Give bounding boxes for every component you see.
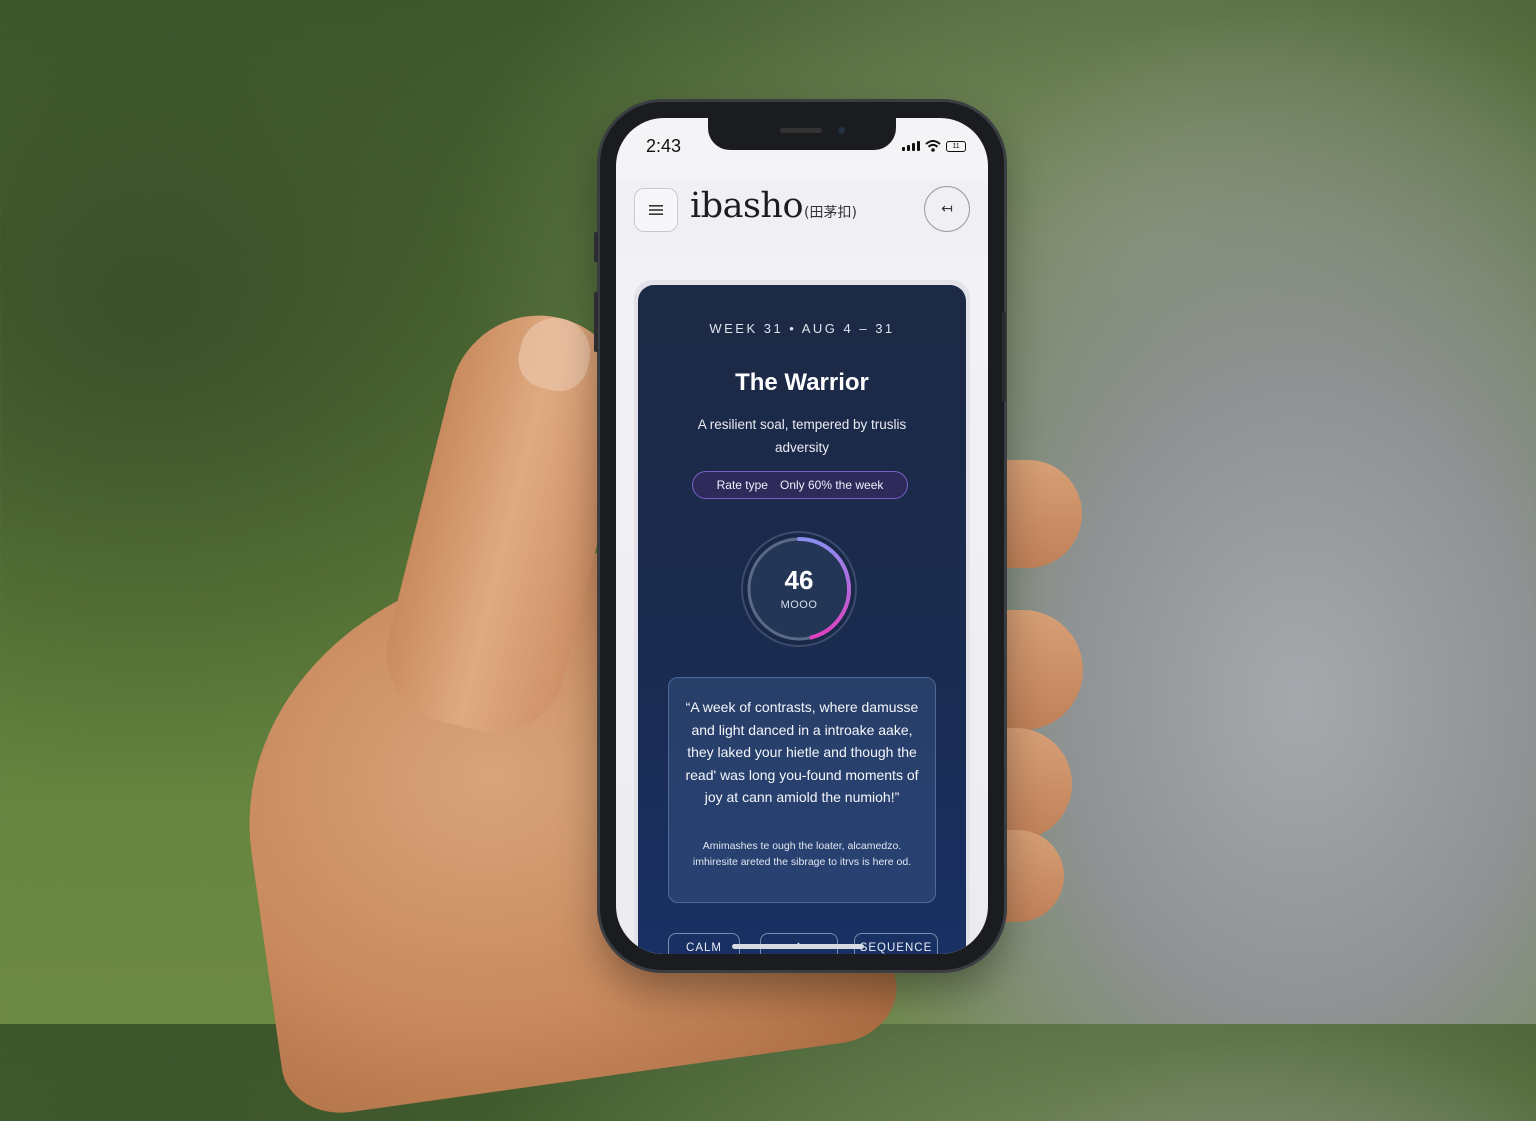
- battery-icon: 11: [946, 140, 966, 152]
- phone-screen: 2:43 11 ibasho (田茅扣) ↤ WEEK 31 • AUG 4 –…: [616, 118, 988, 954]
- hamburger-icon: [649, 205, 663, 215]
- wifi-icon: [925, 140, 941, 152]
- archetype-card: WEEK 31 • AUG 4 – 31 The Warrior A resil…: [638, 285, 966, 954]
- quote-note: Amimashes te ough the loater, alcamedzo.…: [692, 840, 912, 868]
- side-button: [1002, 312, 1006, 402]
- brand-logo: ibasho: [690, 186, 804, 226]
- week-label: WEEK 31 • AUG 4 – 31: [709, 321, 895, 336]
- front-camera: [838, 127, 845, 134]
- status-icons: 11: [902, 140, 966, 152]
- archetype-subtitle: A resilient soal, tempered by truslis ad…: [697, 417, 907, 455]
- volume-up-button: [594, 292, 598, 352]
- weekly-quote: “A week of contrasts, where damusse and …: [685, 699, 919, 806]
- logout-button[interactable]: ↤: [924, 186, 970, 232]
- brand-subtitle: (田茅扣): [804, 205, 857, 221]
- app-header: ibasho (田茅扣) ↤: [616, 182, 988, 256]
- chip-calm[interactable]: CALM: [668, 933, 740, 954]
- quote-box: “A week of contrasts, where damusse and …: [668, 677, 936, 903]
- home-indicator[interactable]: [732, 944, 864, 949]
- pill-label: Rate type: [716, 478, 768, 492]
- notch: [708, 118, 896, 150]
- gauge-value: 46: [784, 565, 814, 595]
- chip-sequence[interactable]: SEQUENCE: [854, 933, 938, 954]
- speaker-grille: [780, 128, 822, 133]
- status-time: 2:43: [646, 136, 682, 156]
- signal-icon: [902, 141, 920, 151]
- logout-arrow-icon: ↤: [941, 201, 953, 217]
- mute-switch: [594, 232, 598, 262]
- phone: 2:43 11 ibasho (田茅扣) ↤ WEEK 31 • AUG 4 –…: [594, 102, 1006, 970]
- menu-button[interactable]: [634, 188, 678, 232]
- archetype-title: The Warrior: [735, 369, 869, 396]
- rate-type-pill[interactable]: Rate type Only 60% the week: [692, 471, 908, 499]
- pill-value: Only 60% the week: [779, 478, 884, 492]
- gauge-label: MOOO: [780, 599, 818, 611]
